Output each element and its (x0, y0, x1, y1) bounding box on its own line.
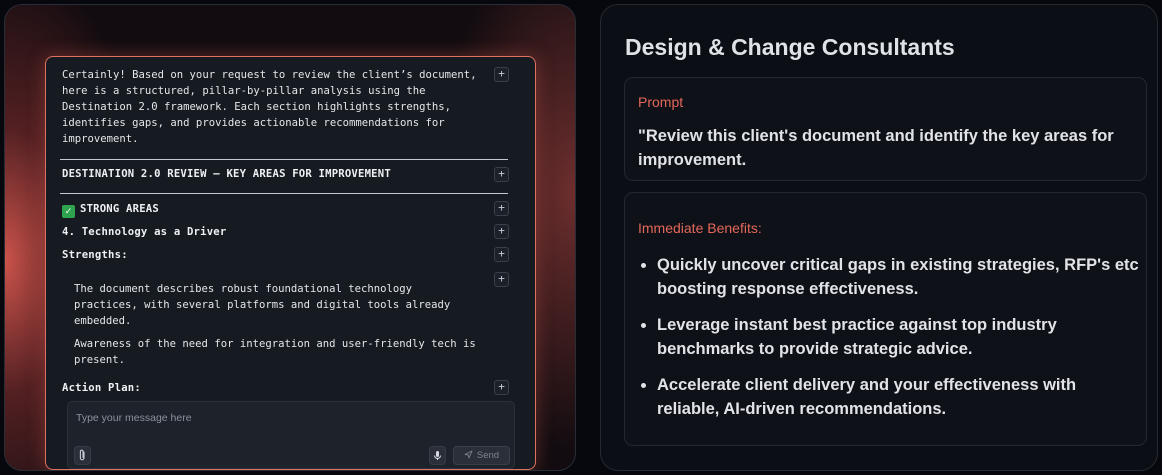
strong-areas-heading: ✓ STRONG AREAS (62, 203, 159, 218)
benefit-item: Quickly uncover critical gaps in existin… (638, 253, 1143, 301)
plus-icon: + (498, 272, 505, 285)
prompt-box: Prompt "Review this client's document an… (624, 77, 1147, 181)
check-icon: ✓ (62, 205, 75, 218)
strengths-label: Strengths: (62, 249, 128, 261)
paperclip-icon (79, 449, 85, 461)
send-label: Send (476, 450, 500, 461)
benefits-list: Quickly uncover critical gaps in existin… (638, 253, 1143, 433)
chat-preview-panel: Certainly! Based on your request to revi… (4, 4, 576, 471)
microphone-icon (434, 451, 441, 460)
attach-button[interactable] (74, 446, 91, 465)
feature-description-panel: Design & Change Consultants Prompt "Revi… (600, 4, 1158, 471)
strength-item: Awareness of the need for integration an… (74, 338, 476, 366)
plus-icon: + (498, 247, 505, 260)
action-plan-label: Action Plan: (62, 382, 141, 394)
benefits-box: Immediate Benefits: Quickly uncover crit… (624, 192, 1147, 446)
microphone-button[interactable] (429, 446, 446, 465)
chat-window: Certainly! Based on your request to revi… (45, 56, 536, 470)
prompt-text: "Review this client's document and ident… (638, 127, 1114, 169)
review-heading: DESTINATION 2.0 REVIEW – KEY AREAS FOR I… (62, 168, 391, 180)
chat-messages[interactable]: Certainly! Based on your request to revi… (46, 57, 535, 402)
strong-areas-label: STRONG AREAS (80, 203, 159, 215)
send-icon (464, 450, 473, 459)
expand-action-plan-button[interactable]: + (494, 380, 509, 395)
expand-heading-button[interactable]: + (494, 167, 509, 182)
divider-bottom (60, 193, 508, 194)
benefit-item: Leverage instant best practice against t… (638, 313, 1143, 361)
section-title: 4. Technology as a Driver (62, 226, 227, 238)
prompt-label: Prompt (638, 94, 684, 110)
plus-icon: + (498, 167, 505, 180)
plus-icon: + (498, 380, 505, 393)
panel-title: Design & Change Consultants (625, 34, 955, 60)
plus-icon: + (498, 224, 505, 237)
intro-paragraph: Certainly! Based on your request to revi… (62, 69, 477, 145)
expand-strong-areas-button[interactable]: + (494, 201, 509, 216)
message-input[interactable] (76, 409, 496, 427)
expand-strengths-button[interactable]: + (494, 247, 509, 262)
plus-icon: + (498, 67, 505, 80)
strength-item: The document describes robust foundation… (74, 283, 451, 327)
divider-top (60, 159, 508, 160)
benefit-item: Accelerate client delivery and your effe… (638, 373, 1143, 421)
send-button[interactable]: Send (453, 446, 510, 465)
plus-icon: + (498, 201, 505, 214)
expand-intro-button[interactable]: + (494, 67, 509, 82)
benefits-label: Immediate Benefits: (638, 220, 762, 236)
message-composer: Send (67, 401, 515, 469)
expand-section-button[interactable]: + (494, 224, 509, 239)
expand-strength-button[interactable]: + (494, 272, 509, 287)
